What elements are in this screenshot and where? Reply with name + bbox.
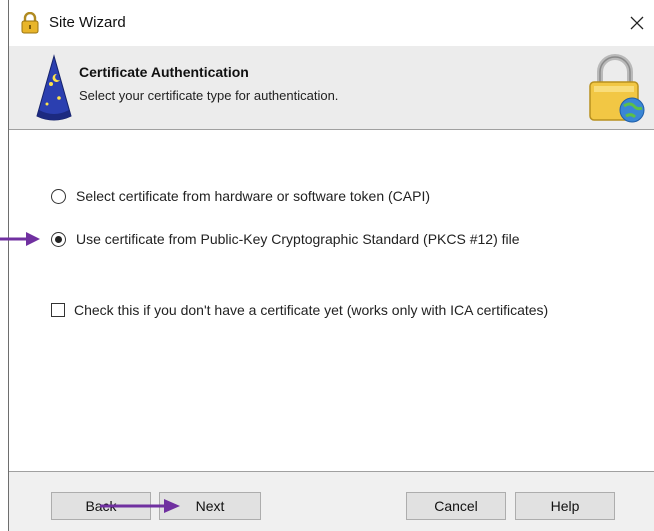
wizard-footer: Back Next Cancel Help [9, 471, 654, 531]
no-certificate-checkbox-row[interactable]: Check this if you don't have a certifica… [51, 302, 548, 318]
radio-pkcs12[interactable] [51, 231, 66, 247]
window-title: Site Wizard [49, 14, 126, 31]
header-title: Certificate Authentication [79, 64, 249, 80]
close-button[interactable] [620, 4, 654, 42]
cancel-button[interactable]: Cancel [406, 492, 506, 520]
next-button[interactable]: Next [159, 492, 261, 520]
option-capi[interactable]: Select certificate from hardware or soft… [51, 188, 430, 204]
back-button[interactable]: Back [51, 492, 151, 520]
no-certificate-checkbox[interactable] [51, 303, 65, 317]
radio-capi[interactable] [51, 188, 66, 204]
padlock-globe-icon [589, 54, 645, 123]
help-button[interactable]: Help [515, 492, 615, 520]
no-certificate-label: Check this if you don't have a certifica… [74, 302, 549, 318]
header-subtitle: Select your certificate type for authent… [79, 88, 339, 103]
wizard-header: Certificate Authentication Select your c… [9, 46, 654, 130]
close-icon [630, 16, 644, 30]
title-bar: Site Wizard [9, 0, 654, 46]
padlock-icon [21, 12, 39, 34]
option-capi-label: Select certificate from hardware or soft… [76, 188, 431, 204]
site-wizard-window: Site Wizard Certificate Authentication S… [8, 0, 654, 531]
wizard-hat-icon [36, 54, 72, 121]
option-pkcs12-label: Use certificate from Public-Key Cryptogr… [76, 231, 520, 247]
option-pkcs12[interactable]: Use certificate from Public-Key Cryptogr… [51, 231, 520, 247]
